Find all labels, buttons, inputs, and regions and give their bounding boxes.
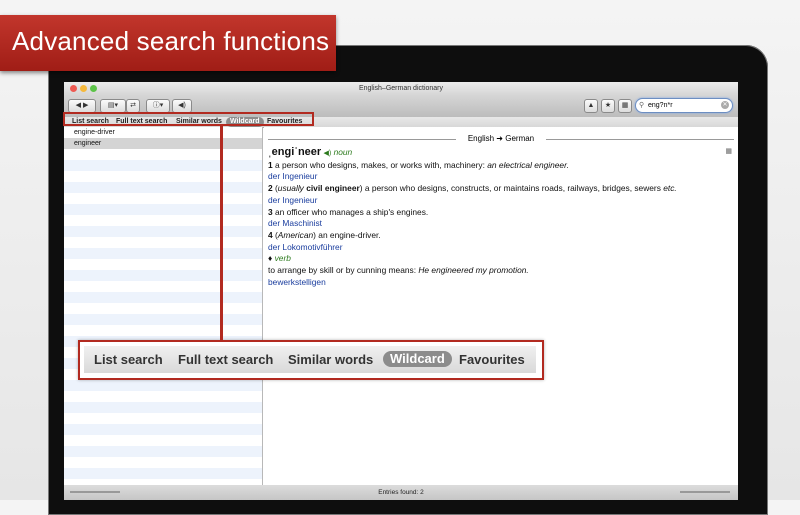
swap-icon: ⇄ bbox=[130, 102, 136, 109]
history-icon: ▤▾ bbox=[107, 102, 119, 109]
speaker-button[interactable]: ◀) bbox=[172, 99, 192, 113]
tabs-highlight-box bbox=[63, 112, 314, 126]
sense-label: usually bbox=[277, 183, 304, 194]
callout-tab-similar-words[interactable]: Similar words bbox=[288, 352, 373, 367]
info-button[interactable]: ⓘ▾ bbox=[146, 99, 170, 113]
divider bbox=[546, 139, 734, 140]
translation-link[interactable]: der Lokomotivführer bbox=[268, 242, 728, 254]
right-zoom-slider[interactable] bbox=[680, 491, 730, 493]
sense-text: to arrange by skill or by cunning means: bbox=[268, 265, 419, 276]
search-field[interactable]: ⚲ ✕ bbox=[635, 98, 733, 113]
sense-2: 2 (usually civil engineer) a person who … bbox=[268, 183, 728, 195]
sense-text: ) an engine-driver. bbox=[313, 229, 381, 240]
app-window: English–German dictionary ◀ ▶ ▤▾ ⇄ ⓘ▾ ◀)… bbox=[64, 82, 738, 500]
sense-number: 4 bbox=[268, 229, 273, 240]
sense-label: American bbox=[277, 229, 314, 240]
title-bar: English–German dictionary bbox=[64, 82, 738, 95]
entries-count: Entries found: 2 bbox=[378, 489, 424, 496]
minimize-window-button[interactable] bbox=[80, 85, 87, 92]
speaker-icon: ◀) bbox=[178, 102, 186, 109]
banner-title: Advanced search functions bbox=[12, 26, 330, 56]
entry-view: English ➜ German ▦ ˌengiˈneer ◀) noun 1 … bbox=[264, 127, 738, 485]
sense-4: 4 (American) an engine-driver. bbox=[268, 230, 728, 242]
sense-etc: etc. bbox=[663, 183, 677, 194]
translation-link[interactable]: der Maschinist bbox=[268, 218, 728, 230]
divider bbox=[268, 139, 456, 140]
verb-marker-icon: ♦ bbox=[268, 253, 273, 264]
star-icon: ★ bbox=[604, 102, 612, 109]
tabs-zoom-callout: List search Full text search Similar wor… bbox=[78, 340, 544, 380]
list-item-selected[interactable]: engineer bbox=[64, 138, 262, 149]
zoom-window-button[interactable] bbox=[90, 85, 97, 92]
clear-search-icon[interactable]: ✕ bbox=[721, 101, 729, 109]
favourite-button[interactable]: ★ bbox=[601, 99, 615, 113]
sense-1: 1 a person who designs, makes, or works … bbox=[268, 160, 728, 172]
direction-header: English ➜ German bbox=[268, 134, 734, 144]
left-zoom-slider[interactable] bbox=[70, 491, 120, 493]
translation-link[interactable]: bewerkstelligen bbox=[268, 277, 728, 289]
sense-number: 1 bbox=[268, 159, 273, 170]
sense-text: an officer who manages a ship's engines. bbox=[275, 206, 429, 217]
font-size-button[interactable]: ▲ bbox=[584, 99, 598, 113]
search-input[interactable] bbox=[648, 99, 718, 112]
callout-tab-full-text-search[interactable]: Full text search bbox=[178, 352, 273, 367]
back-forward-icon: ◀ ▶ bbox=[75, 102, 89, 109]
translation-link[interactable]: der Ingenieur bbox=[268, 195, 728, 207]
results-list: engine-driver engineer bbox=[64, 127, 263, 485]
back-forward-buttons[interactable]: ◀ ▶ bbox=[68, 99, 96, 113]
sense-example: He engineered my promotion. bbox=[418, 265, 529, 276]
print-icon: ▦ bbox=[621, 102, 629, 109]
sense-example: an electrical engineer. bbox=[487, 159, 569, 170]
sense-text: ) a person who designs, constructs, or m… bbox=[359, 183, 664, 194]
part-of-speech-noun: noun bbox=[333, 147, 353, 157]
status-bar: Entries found: 2 bbox=[64, 485, 738, 500]
sense-3: 3 an officer who manages a ship's engine… bbox=[268, 207, 728, 219]
callout-tab-wildcard[interactable]: Wildcard bbox=[383, 351, 452, 367]
part-of-speech-verb: verb bbox=[274, 253, 291, 264]
sense-number: 2 bbox=[268, 183, 273, 194]
window-title: English–German dictionary bbox=[358, 85, 444, 92]
history-button[interactable]: ▤▾ bbox=[100, 99, 126, 113]
callout-connector bbox=[220, 126, 223, 341]
search-icon: ⚲ bbox=[639, 102, 645, 109]
direction-label: English ➜ German bbox=[467, 134, 535, 143]
verb-sense: to arrange by skill or by cunning means:… bbox=[268, 265, 728, 277]
close-window-button[interactable] bbox=[70, 85, 77, 92]
translation-link[interactable]: der Ingenieur bbox=[268, 171, 728, 183]
print-button[interactable]: ▦ bbox=[618, 99, 632, 113]
callout-tab-list-search[interactable]: List search bbox=[94, 352, 163, 367]
headword: ˌengiˈneer bbox=[268, 146, 322, 158]
sense-text: a person who designs, makes, or works wi… bbox=[275, 159, 488, 170]
triangle-icon: ▲ bbox=[587, 102, 595, 109]
swap-direction-button[interactable]: ⇄ bbox=[126, 99, 140, 113]
verb-header: ♦ verb bbox=[268, 253, 728, 265]
callout-tab-favourites[interactable]: Favourites bbox=[459, 352, 525, 367]
info-icon: ⓘ▾ bbox=[152, 102, 164, 109]
sense-number: 3 bbox=[268, 206, 273, 217]
callout-tabs: List search Full text search Similar wor… bbox=[84, 346, 536, 373]
feature-banner: Advanced search functions bbox=[0, 15, 336, 71]
sense-compound: civil engineer bbox=[303, 183, 360, 194]
dictionary-entry: ˌengiˈneer ◀) noun 1 a person who design… bbox=[268, 146, 728, 289]
pronunciation-speaker-icon[interactable]: ◀) bbox=[324, 150, 332, 157]
list-item[interactable]: engine-driver bbox=[64, 127, 262, 138]
